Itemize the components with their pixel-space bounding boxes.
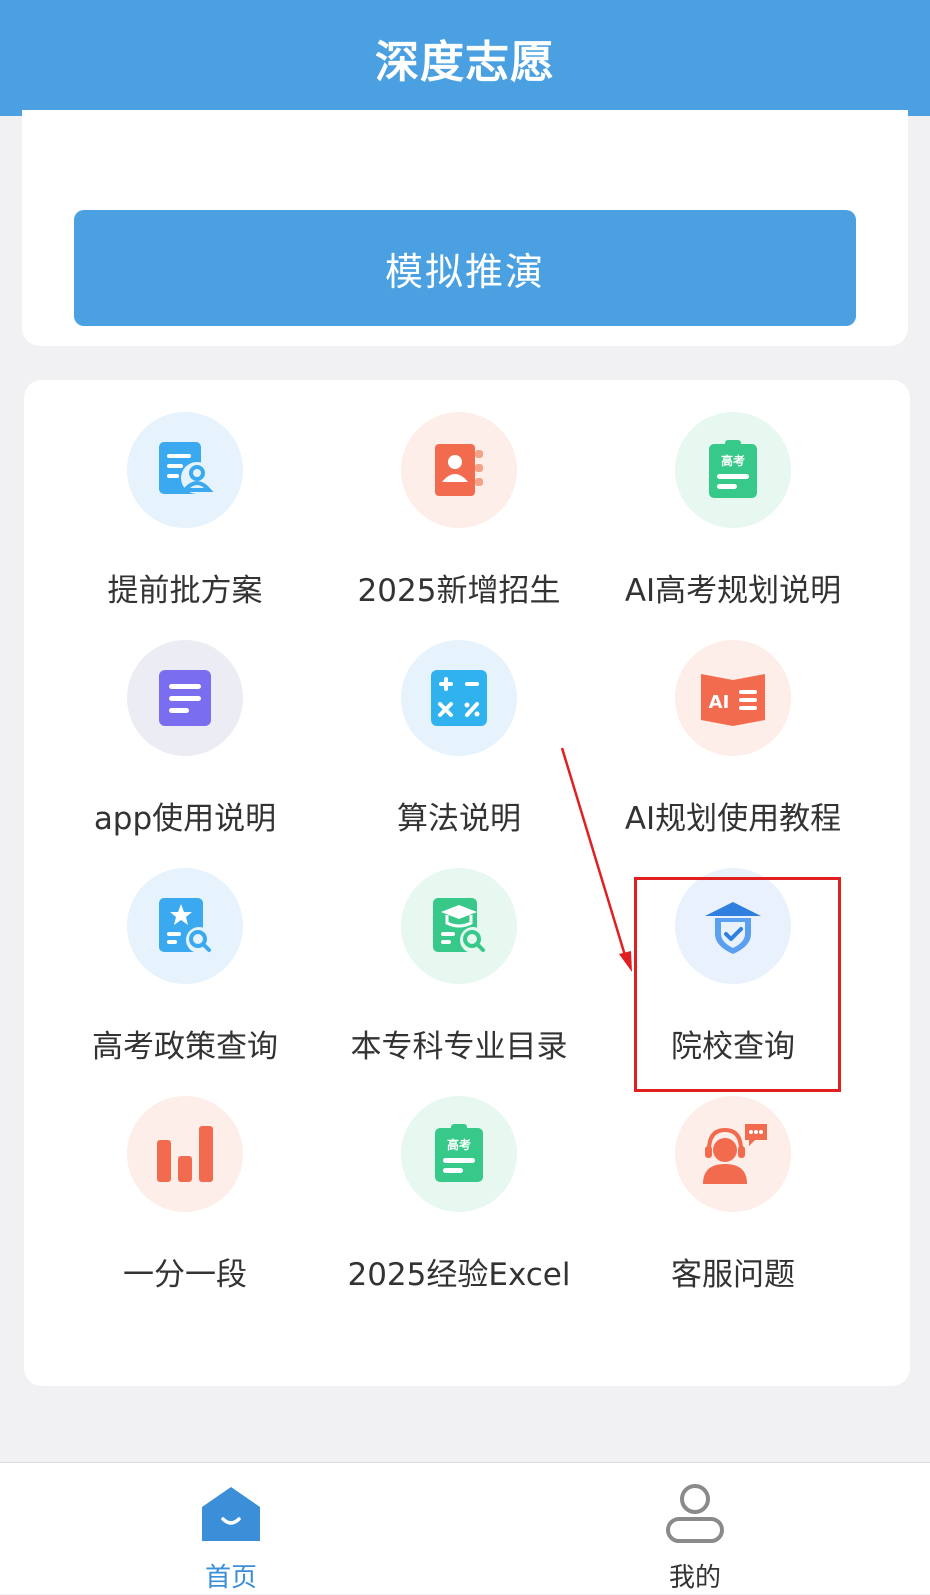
highlight-box [634,877,841,1092]
menu-item-label: 提前批方案 [107,573,263,609]
star-search-doc-icon [127,868,243,984]
menu-item-score-segment[interactable]: 一分一段 [46,1096,324,1306]
exam-clipboard-icon: 高考 [401,1096,517,1212]
nav-home-label: 首页 [204,1563,257,1593]
menu-item-new-enrollment[interactable]: 2025新增招生 [320,412,598,622]
nav-profile[interactable]: 我的 [595,1463,795,1595]
app-header: 深度志愿 [0,0,930,116]
simulate-button[interactable]: 模拟推演 [74,210,856,326]
menu-item-excel-experience[interactable]: 高考 2025经验Excel [320,1096,598,1306]
customer-service-icon [675,1096,791,1212]
menu-item-label: 2025新增招生 [357,573,561,609]
user-icon [666,1484,724,1543]
ai-book-icon: AI [675,640,791,756]
document-lines-icon [127,640,243,756]
calculator-icon [401,640,517,756]
menu-item-label: 2025经验Excel [347,1257,571,1293]
menu-item-early-batch[interactable]: 提前批方案 [46,412,324,622]
icon-text: 高考 [447,1137,471,1152]
menu-item-customer-service[interactable]: 客服问题 [594,1096,872,1306]
icon-text: AI [709,692,730,713]
menu-item-label: AI高考规划说明 [624,573,842,609]
bottom-nav: 首页 我的 [0,1462,930,1594]
menu-item-major-catalog[interactable]: 本专科专业目录 [320,868,598,1078]
icon-text: 高考 [721,453,745,468]
document-user-icon [127,412,243,528]
contact-book-icon [401,412,517,528]
page-title: 深度志愿 [375,37,555,88]
graduation-doc-icon [401,868,517,984]
nav-home[interactable]: 首页 [131,1463,331,1595]
menu-item-label: 一分一段 [123,1257,247,1293]
menu-item-label: 本专科专业目录 [350,1029,568,1065]
menu-item-label: app使用说明 [93,801,277,837]
bar-chart-icon [127,1096,243,1212]
menu-item-label: 高考政策查询 [92,1029,278,1065]
menu-item-policy-search[interactable]: 高考政策查询 [46,868,324,1078]
home-icon [202,1487,260,1541]
menu-item-ai-tutorial[interactable]: AI AI规划使用教程 [594,640,872,850]
menu-item-label: AI规划使用教程 [624,801,842,837]
menu-item-ai-planning-guide[interactable]: 高考 AI高考规划说明 [594,412,872,622]
menu-item-label: 客服问题 [671,1257,795,1293]
top-card: 模拟推演 [22,110,908,346]
menu-item-label: 算法说明 [397,801,521,837]
menu-item-algorithm-guide[interactable]: 算法说明 [320,640,598,850]
nav-profile-label: 我的 [668,1563,721,1593]
menu-item-app-guide[interactable]: app使用说明 [46,640,324,850]
exam-clipboard-icon: 高考 [675,412,791,528]
